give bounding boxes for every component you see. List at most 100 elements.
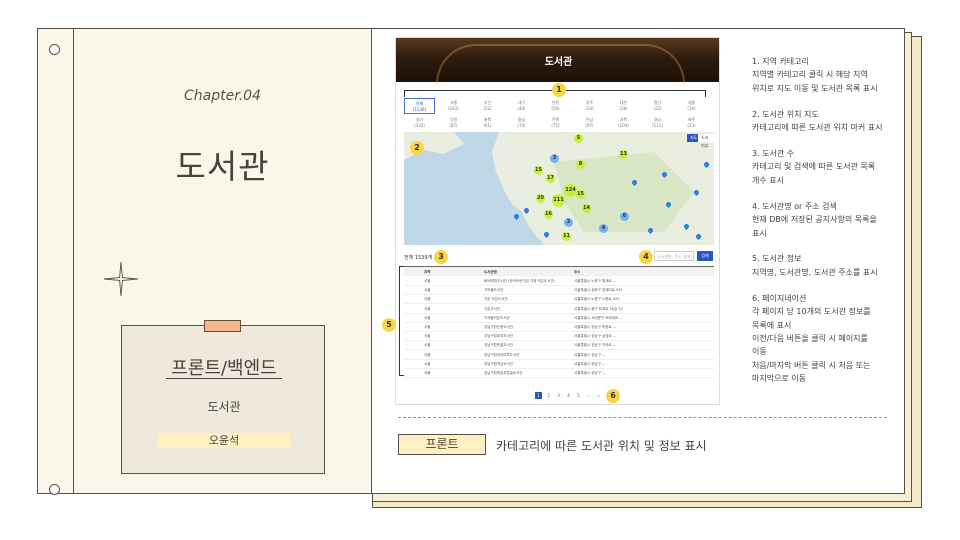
category-14[interactable]: 전북 (75): [540, 115, 571, 131]
category-count: (19): [687, 106, 696, 111]
skyview-button[interactable]: 스카이뷰: [698, 134, 714, 148]
library-app-screenshot: 도서관 1 전체 (1539) 서울 (163) 부산 (52) 대구 (40) 인천 (59) 광…: [395, 37, 720, 405]
description-line: 지역명, 도서관명, 도서관 주소를 표시: [752, 267, 878, 277]
map-cluster[interactable]: 17: [546, 174, 555, 183]
library-table: 지역 도서관명 주소 서울 BBS희망도서관 (한국어린이집 가정 작은도서관) 서울특별…: [404, 266, 714, 378]
banner-title: 도서관: [544, 57, 573, 68]
table-cell: 서울: [424, 371, 431, 375]
map-cluster[interactable]: 20: [536, 194, 545, 203]
page-button[interactable]: 1: [535, 392, 542, 399]
category-count: (40): [517, 106, 526, 111]
table-header-row: 지역 도서관명 주소: [404, 266, 714, 276]
description-line: 카테고리 및 검색에 따른 도서관 목록: [752, 162, 876, 172]
marker-6: 6: [606, 389, 620, 403]
description-line: 현재 DB에 저장된 공지사항의 목록을: [752, 215, 877, 225]
description-line: 마지막으로 이동: [752, 374, 807, 384]
category-16[interactable]: 경북 (104): [608, 115, 639, 131]
category-count: (75): [551, 123, 560, 128]
description-title: 5. 도서관 정보: [752, 254, 802, 264]
category-count: (332): [414, 123, 425, 128]
table-cell: 서울특별시 강남구 ...: [574, 371, 606, 375]
search-input[interactable]: 도서관명, 주소 검색: [654, 251, 694, 261]
category-11[interactable]: 강원 (87): [438, 115, 469, 131]
sparkle-icon: [104, 262, 138, 296]
page-button[interactable]: ›: [585, 392, 592, 399]
card-underline: [166, 378, 282, 379]
footer-caption: 카테고리에 따른 도서관 위치 및 정보 표시: [496, 439, 707, 453]
binder-hole-bottom: [49, 484, 60, 495]
category-12[interactable]: 충북 (61): [472, 115, 503, 131]
card-author: 오윤석: [157, 433, 291, 448]
page-button[interactable]: 5: [575, 392, 582, 399]
category-18[interactable]: 제주 (23): [676, 115, 707, 131]
marker-4: 4: [639, 250, 653, 264]
map-cluster[interactable]: 15: [534, 166, 543, 175]
description-title: 4. 도서관명 or 주소 검색: [752, 201, 837, 211]
category-count: (28): [619, 106, 628, 111]
section-divider: [398, 417, 887, 418]
map-cluster[interactable]: 11: [562, 232, 571, 241]
project-card: 프론트/백엔드 도서관 오윤석: [121, 325, 325, 474]
page-button[interactable]: 3: [555, 392, 562, 399]
category-count: (97): [585, 123, 594, 128]
category-count: (1539): [412, 107, 427, 112]
category-17[interactable]: 경남 (111): [642, 115, 673, 131]
description-line: 목록에 표시: [752, 320, 792, 330]
category-count: (24): [585, 106, 594, 111]
description-title: 3. 도서관 수: [752, 149, 795, 158]
map-cluster[interactable]: 14: [582, 204, 591, 213]
marker-3: 3: [434, 250, 448, 264]
category-9[interactable]: 세종 (19): [676, 98, 707, 114]
category-3[interactable]: 부산 (52): [472, 98, 503, 114]
binder-hole-top: [49, 44, 60, 55]
card-heading: 프론트/백엔드: [171, 358, 277, 379]
search-button[interactable]: 검색: [697, 251, 713, 261]
description-title: 2. 도서관 위치 지도: [752, 109, 819, 119]
page-title: 도서관: [175, 147, 270, 186]
tape-decoration: [204, 320, 241, 332]
category-2[interactable]: 서울 (163): [438, 98, 469, 114]
category-13[interactable]: 충남 (74): [506, 115, 537, 131]
description-title: 6. 페이지네이션: [752, 293, 807, 303]
map-cluster[interactable]: 5: [574, 134, 583, 143]
category-5[interactable]: 인천 (59): [540, 98, 571, 114]
table-row[interactable]: 서울 강남구립역삼푸른솔도서관 서울특별시 강남구 ...: [404, 368, 714, 378]
category-15[interactable]: 전남 (97): [574, 115, 605, 131]
category-count: (59): [551, 106, 560, 111]
description-line: 각 페이지 당 10개의 도서관 정보를: [752, 307, 871, 317]
map-cluster[interactable]: 13: [619, 150, 628, 159]
map-cluster[interactable]: 6: [620, 212, 629, 221]
map-cluster[interactable]: 3: [550, 154, 559, 163]
category-10[interactable]: 경기 (332): [404, 115, 435, 131]
library-banner: 도서관: [396, 38, 719, 84]
description-line: 지역별 카테고리 클릭 시 해당 지역: [752, 70, 868, 80]
page-button[interactable]: »: [595, 392, 602, 399]
category-count: (52): [483, 106, 492, 111]
category-count: (104): [618, 123, 629, 128]
map-cluster[interactable]: 8: [576, 160, 585, 169]
category-table: 전체 (1539) 서울 (163) 부산 (52) 대구 (40) 인천 (59) 광주 (24) 대…: [404, 98, 714, 130]
page-button[interactable]: 2: [545, 392, 552, 399]
map-cluster[interactable]: 111: [552, 194, 565, 207]
description-line: 카테고리에 따른 도서관 위치 마커 표시: [752, 123, 883, 133]
category-7[interactable]: 대전 (28): [608, 98, 639, 114]
category-1[interactable]: 전체 (1539): [404, 98, 435, 114]
category-count: (163): [448, 106, 459, 111]
category-8[interactable]: 울산 (22): [642, 98, 673, 114]
front-tag: 프론트: [398, 434, 486, 455]
map-cluster[interactable]: 16: [544, 210, 553, 219]
category-count: (74): [517, 123, 526, 128]
page-button[interactable]: 4: [565, 392, 572, 399]
description-line: 이전/다음 버튼을 클릭 시 페이지를: [752, 333, 868, 343]
description-line: 처음/마지막 버튼 클릭 시 처음 또는: [752, 360, 871, 370]
description-line: 표시: [752, 228, 767, 238]
chapter-label: Chapter.04: [184, 88, 261, 104]
category-4[interactable]: 대구 (40): [506, 98, 537, 114]
library-map[interactable]: 지도 스카이뷰 5 3 13 15 8 17 124 111 15 20 16 3 14 11 4 6: [404, 132, 714, 245]
description-line: 개수 표시: [752, 175, 784, 185]
category-6[interactable]: 광주 (24): [574, 98, 605, 114]
map-cluster[interactable]: 3: [564, 218, 573, 227]
map-cluster[interactable]: 4: [599, 224, 608, 233]
description-title: 1. 지역 카테고리: [752, 57, 809, 66]
map-cluster[interactable]: 15: [576, 190, 585, 199]
